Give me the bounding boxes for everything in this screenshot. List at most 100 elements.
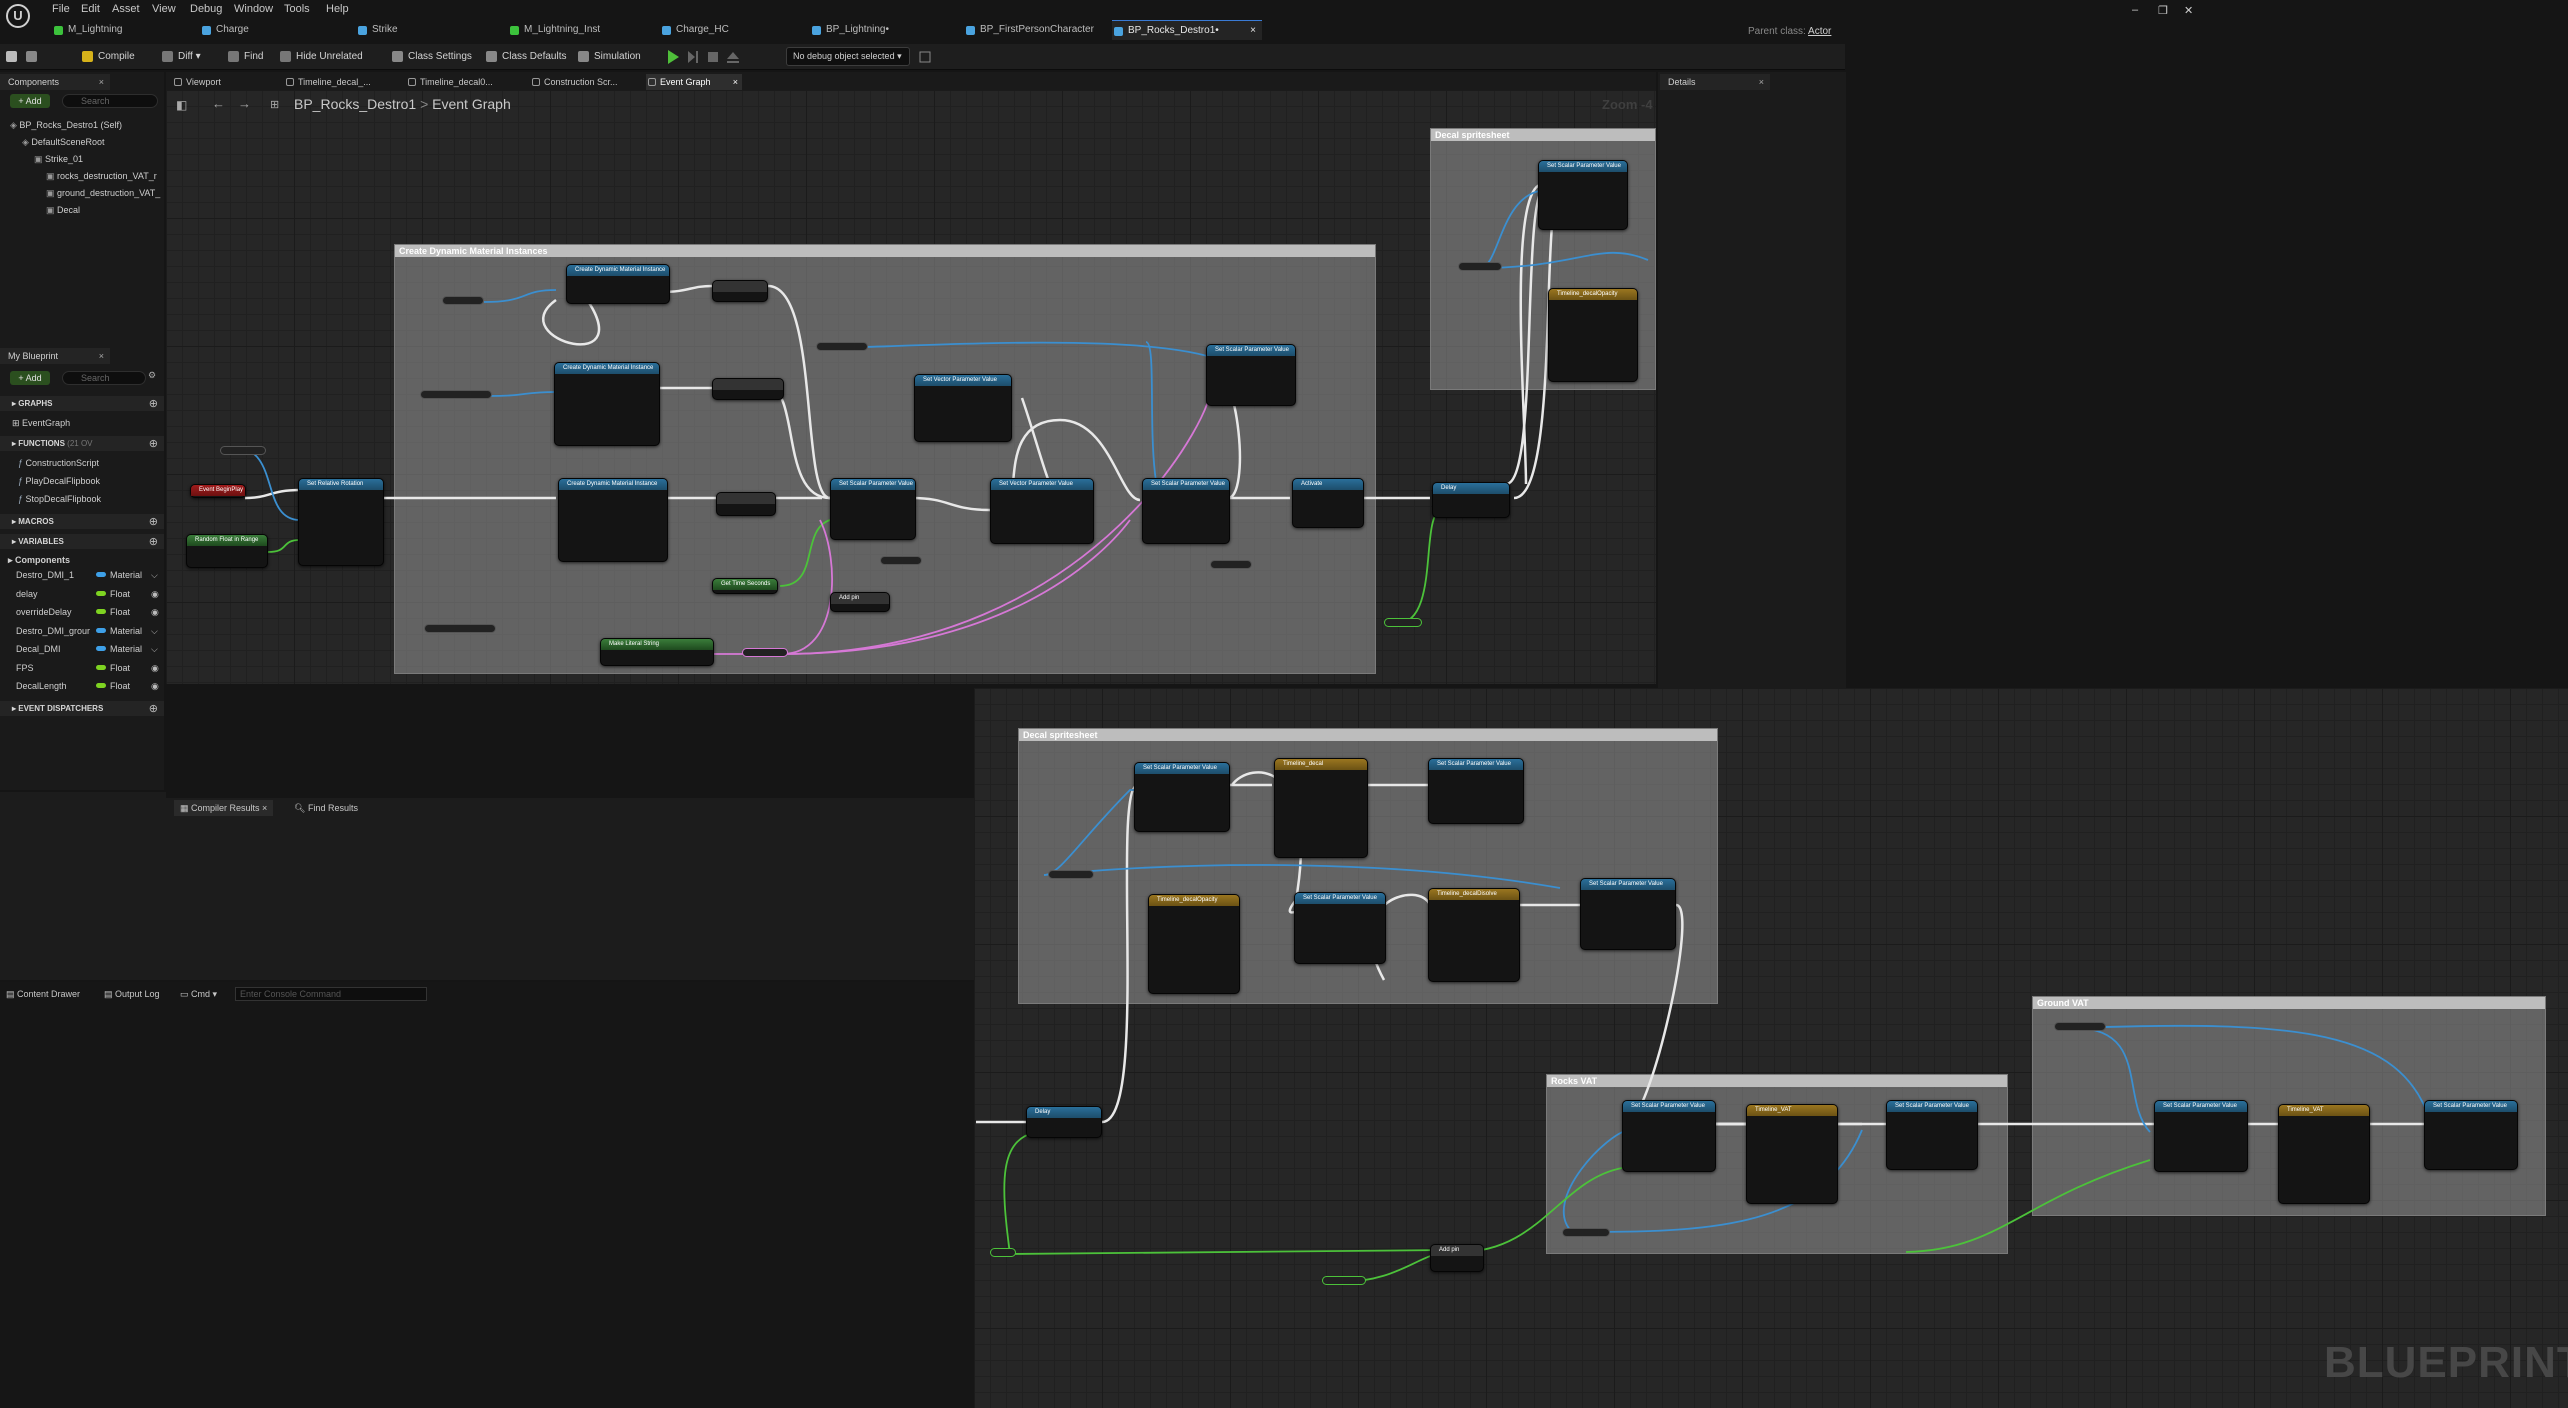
- var-pill[interactable]: [442, 296, 484, 305]
- function-item[interactable]: ƒ ConstructionScript: [18, 458, 99, 468]
- console-command-input[interactable]: Enter Console Command: [235, 987, 427, 1001]
- append-node[interactable]: Add pin: [830, 592, 890, 612]
- variable-row[interactable]: delay Float ◉: [0, 585, 164, 603]
- add-graph-icon[interactable]: ⊕: [149, 397, 158, 412]
- graph-home-icon[interactable]: ◧: [176, 98, 187, 112]
- doc-tab[interactable]: Charge_HC: [660, 20, 808, 40]
- functions-section[interactable]: ▸ FUNCTIONS (21 OV ⊕: [0, 436, 164, 451]
- component-tree-item[interactable]: ▣ rocks_destruction_VAT_r: [46, 171, 157, 182]
- variable-row[interactable]: Decal_DMI Material ⌵: [0, 640, 164, 658]
- output-log-button[interactable]: ▤ Output Log: [104, 986, 160, 1002]
- debug-object-select[interactable]: No debug object selected ▾: [786, 47, 910, 66]
- visibility-eye-icon[interactable]: ◉: [151, 677, 159, 695]
- unreal-logo-icon[interactable]: U: [6, 4, 30, 28]
- var-pill[interactable]: [1210, 560, 1252, 569]
- delay-node-bottom[interactable]: Delay: [1026, 1106, 1102, 1138]
- event-beginplay-node[interactable]: Event BeginPlay: [190, 484, 246, 498]
- doc-tab[interactable]: Charge: [200, 20, 348, 40]
- var-pill[interactable]: [990, 1248, 1016, 1257]
- function-item[interactable]: ƒ StopDecalFlipbook: [18, 494, 101, 504]
- compile-button[interactable]: Compile: [82, 48, 135, 66]
- component-tree-item[interactable]: ▣ ground_destruction_VAT_: [46, 188, 160, 199]
- close-icon[interactable]: ×: [99, 74, 104, 90]
- content-drawer-button[interactable]: ▤ Content Drawer: [6, 986, 80, 1002]
- set-scalar-node-3[interactable]: Set Scalar Parameter Value: [1206, 344, 1296, 406]
- set-scalar-node-rocks-2[interactable]: Set Scalar Parameter Value: [1886, 1100, 1978, 1170]
- close-tab-icon[interactable]: ×: [1250, 21, 1256, 41]
- var-pill[interactable]: [1322, 1276, 1366, 1285]
- menu-debug[interactable]: Debug: [190, 3, 222, 15]
- function-item[interactable]: ƒ PlayDecalFlipbook: [18, 476, 100, 486]
- variable-type[interactable]: Material: [110, 566, 142, 584]
- make-literal-string-node[interactable]: Make Literal String: [600, 638, 714, 666]
- variable-type[interactable]: Material: [110, 622, 142, 640]
- close-icon[interactable]: ×: [733, 74, 738, 90]
- set-scalar-node-ground-2[interactable]: Set Scalar Parameter Value: [2424, 1100, 2518, 1170]
- create-dmi-node-3[interactable]: Create Dynamic Material Instance: [558, 478, 668, 562]
- details-tab[interactable]: Details ×: [1660, 74, 1770, 90]
- var-pill[interactable]: [420, 390, 492, 399]
- delay-node-top[interactable]: Delay: [1432, 482, 1510, 518]
- timeline-vat-node-rocks[interactable]: Timeline_VAT: [1746, 1104, 1838, 1204]
- class-defaults-button[interactable]: Class Defaults: [486, 48, 566, 66]
- close-icon[interactable]: ×: [99, 348, 104, 364]
- set-scalar-node-decal-3[interactable]: Set Scalar Parameter Value: [1294, 892, 1386, 964]
- set-scalar-node-2[interactable]: Set Scalar Parameter Value: [1142, 478, 1230, 544]
- add-dispatcher-icon[interactable]: ⊕: [149, 702, 158, 717]
- close-window-icon[interactable]: ✕: [2184, 4, 2193, 17]
- component-tree-item[interactable]: ◈ BP_Rocks_Destro1 (Self): [10, 120, 122, 131]
- macros-section[interactable]: ▸ MACROS ⊕: [0, 514, 164, 529]
- graph-tab[interactable]: Timeline_decal0...: [406, 74, 522, 90]
- visibility-eye-icon[interactable]: ⌵: [151, 622, 158, 640]
- settings-gear-icon[interactable]: ⚙: [148, 370, 156, 381]
- my-blueprint-tab[interactable]: My Blueprint ×: [0, 348, 110, 364]
- var-pill[interactable]: [1048, 870, 1094, 879]
- variable-type[interactable]: Material: [110, 640, 142, 658]
- set-var-node-1[interactable]: [712, 280, 768, 302]
- variable-row[interactable]: Destro_DMI_1 Material ⌵: [0, 566, 164, 584]
- menu-tools[interactable]: Tools: [284, 3, 310, 15]
- set-scalar-node-ground-1[interactable]: Set Scalar Parameter Value: [2154, 1100, 2248, 1172]
- back-arrow-icon[interactable]: ←: [212, 96, 225, 111]
- var-pill[interactable]: [742, 648, 788, 657]
- cmd-dropdown[interactable]: ▭ Cmd ▾: [180, 986, 217, 1002]
- activate-node[interactable]: Activate: [1292, 478, 1364, 528]
- components-search-input[interactable]: Search: [62, 94, 158, 108]
- set-scalar-node-1[interactable]: Set Scalar Parameter Value: [830, 478, 916, 540]
- breadcrumb-graph[interactable]: Event Graph: [432, 96, 511, 112]
- step-icon[interactable]: [686, 49, 700, 65]
- visibility-eye-icon[interactable]: ⌵: [151, 640, 158, 658]
- visibility-eye-icon[interactable]: ⌵: [151, 566, 158, 584]
- visibility-eye-icon[interactable]: ◉: [151, 659, 159, 677]
- variable-row[interactable]: FPS Float ◉: [0, 659, 164, 677]
- menu-help[interactable]: Help: [326, 3, 349, 15]
- variable-type[interactable]: Float: [110, 585, 130, 603]
- browse-icon[interactable]: [26, 48, 40, 66]
- timeline-decaldisolve-node[interactable]: Timeline_decalDisolve: [1428, 888, 1520, 982]
- graph-tab[interactable]: Viewport: [172, 74, 276, 90]
- component-tree-item[interactable]: ▣ Decal: [46, 205, 80, 216]
- components-tab[interactable]: Components ×: [0, 74, 110, 90]
- component-tree-item[interactable]: ▣ Strike_01: [34, 154, 83, 165]
- add-member-button[interactable]: + Add: [10, 371, 50, 385]
- stop-icon[interactable]: [706, 49, 720, 65]
- minimize-icon[interactable]: –: [2132, 4, 2138, 16]
- get-time-seconds-node[interactable]: Get Time Seconds: [712, 578, 778, 594]
- breadcrumb-blueprint[interactable]: BP_Rocks_Destro1: [294, 96, 416, 112]
- var-pill[interactable]: [1562, 1228, 1610, 1237]
- play-icon[interactable]: [666, 49, 680, 65]
- timeline-decalopacity-node-top[interactable]: Timeline_decalOpacity: [1548, 288, 1638, 382]
- compiler-results-tab[interactable]: ▦ Compiler Results ×: [174, 800, 274, 816]
- graph-tab[interactable]: Timeline_decal_...: [284, 74, 398, 90]
- diff-button[interactable]: Diff ▾: [162, 48, 201, 66]
- set-scalar-node-decal-2[interactable]: Set Scalar Parameter Value: [1428, 758, 1524, 824]
- create-dmi-node-1[interactable]: Create Dynamic Material Instance: [566, 264, 670, 304]
- var-pill[interactable]: [1458, 262, 1502, 271]
- graph-tab[interactable]: Construction Scr...: [530, 74, 638, 90]
- timeline-decalopacity-node[interactable]: Timeline_decalOpacity: [1148, 894, 1240, 994]
- simulation-button[interactable]: Simulation: [578, 48, 641, 66]
- var-pill[interactable]: [424, 624, 496, 633]
- doc-tab[interactable]: BP_Rocks_Destro1• ×: [1112, 20, 1262, 40]
- forward-arrow-icon[interactable]: →: [238, 96, 251, 111]
- add-variable-icon[interactable]: ⊕: [149, 535, 158, 550]
